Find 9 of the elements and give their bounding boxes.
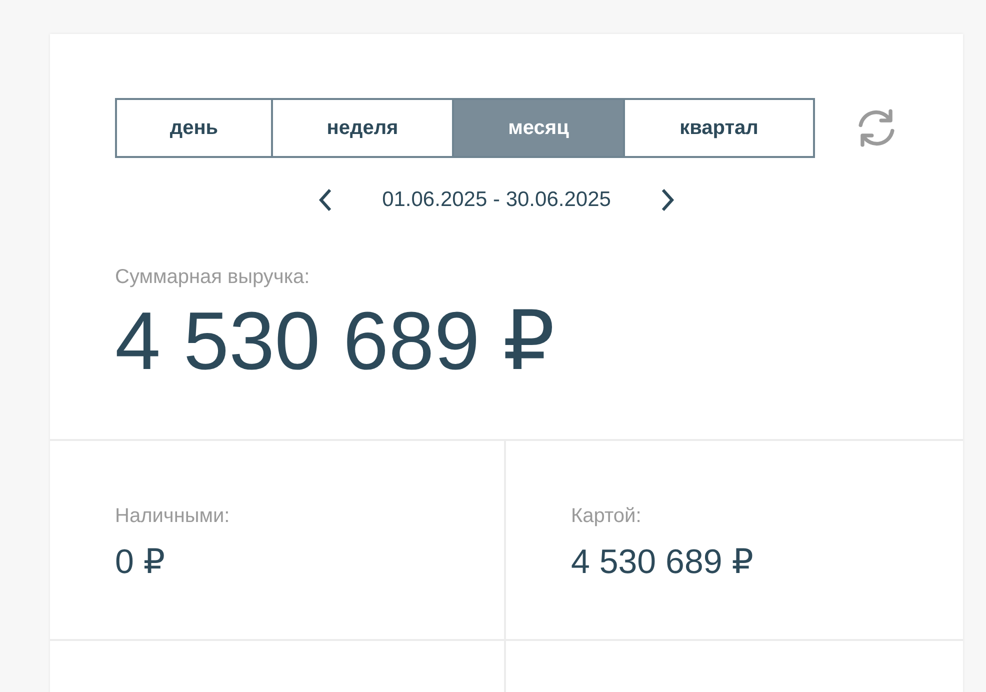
date-range: 01.06.2025 - 30.06.2025	[382, 188, 611, 212]
payment-label: Картой:	[571, 505, 642, 528]
previous-icon[interactable]	[318, 188, 332, 212]
payment-value: 0 ₽	[115, 542, 166, 582]
payment-label: Наличными:	[115, 505, 231, 528]
total-value: 4 530 689 ₽	[115, 297, 556, 388]
total-label: Суммарная выручка:	[115, 266, 311, 289]
next-icon[interactable]	[660, 188, 675, 212]
payment-value: 4 530 689 ₽	[571, 542, 754, 582]
